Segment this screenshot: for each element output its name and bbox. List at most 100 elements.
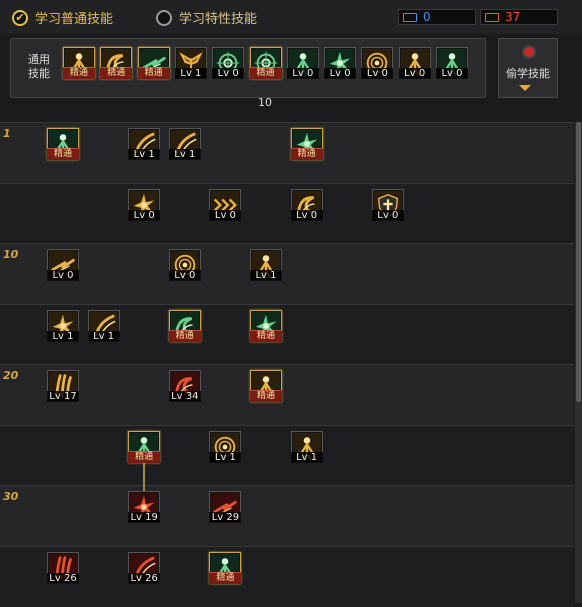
tree-skill-icon[interactable]: 精通 <box>250 370 282 402</box>
level-badge: Lv 1 <box>47 330 79 342</box>
tree-skill-icon[interactable]: Lv 17 <box>47 370 79 402</box>
mastery-badge: 精通 <box>249 67 282 79</box>
steal-skill-button[interactable]: 偷学技能 <box>498 38 558 98</box>
sp-icon <box>403 12 417 22</box>
common-note: 10 <box>258 96 272 109</box>
common-skills-label: 通用技能 <box>28 53 50 80</box>
common-skill-icon[interactable]: Lv 0 <box>212 47 245 79</box>
tree-skill-icon[interactable]: Lv 19 <box>128 491 161 523</box>
skill-row <box>0 303 574 365</box>
tree-skill-icon[interactable]: Lv 0 <box>168 249 201 281</box>
level-badge: Lv 0 <box>212 68 245 79</box>
mastery-badge: 精通 <box>168 329 201 342</box>
common-skill-icon[interactable]: 精通 <box>137 47 170 79</box>
level-badge: Lv 0 <box>47 270 79 281</box>
steal-gem-icon <box>522 45 536 59</box>
tree-skill-icon[interactable]: Lv 0 <box>209 188 242 221</box>
skill-row <box>0 545 574 607</box>
tree-skill-icon[interactable]: Lv 1 <box>290 430 323 463</box>
skill-row <box>0 424 574 486</box>
scrollbar-thumb[interactable] <box>576 122 581 402</box>
sp-value: 0 <box>423 10 431 24</box>
skill-connector <box>143 462 146 491</box>
tree-skill-icon[interactable]: 精通 <box>250 309 282 342</box>
common-skill-icon[interactable]: 精通 <box>100 47 133 79</box>
level-row-label: 1 <box>3 127 11 140</box>
level-badge: Lv 19 <box>128 512 161 523</box>
skill-row: 10 <box>0 243 574 304</box>
tree-skill-icon[interactable]: Lv 1 <box>128 128 161 160</box>
tree-skill-icon[interactable]: 精通 <box>47 128 79 160</box>
common-skill-icon[interactable]: Lv 0 <box>324 47 357 79</box>
radio-empty-icon <box>156 9 172 26</box>
level-badge: Lv 17 <box>47 391 79 402</box>
tree-skill-icon[interactable]: Lv 0 <box>371 188 404 221</box>
tp-icon <box>485 12 499 22</box>
level-badge: Lv 0 <box>128 209 161 221</box>
level-badge: Lv 1 <box>87 330 120 342</box>
level-badge: Lv 0 <box>290 209 323 221</box>
tree-skill-icon[interactable]: Lv 34 <box>168 370 201 402</box>
tree-skill-icon[interactable]: Lv 26 <box>128 551 161 584</box>
common-skill-icon[interactable]: 精通 <box>63 47 95 79</box>
tree-skill-icon[interactable]: 精通 <box>290 128 323 160</box>
level-row-label: 20 <box>3 369 19 382</box>
common-skill-icon[interactable]: Lv 0 <box>361 47 394 79</box>
common-skills-panel: 通用技能 精通 精通 精通 Lv 1 Lv 0 精通 Lv 0 Lv 0 Lv 0 Lv 0 Lv … <box>10 38 486 98</box>
checkmark-icon: ✔ <box>12 9 28 26</box>
learn-normal-label: 学习普通技能 <box>35 12 114 27</box>
tree-skill-icon[interactable]: Lv 1 <box>47 309 79 342</box>
tree-skill-icon[interactable]: Lv 0 <box>128 188 161 221</box>
common-skill-icon[interactable]: 精通 <box>249 47 282 79</box>
tree-skill-icon[interactable]: 精通 <box>209 551 242 584</box>
mastery-badge: 精通 <box>250 329 282 342</box>
learn-trait-label: 学习特性技能 <box>179 12 258 27</box>
level-badge: Lv 1 <box>209 451 242 463</box>
skill-row: 1 <box>0 122 574 183</box>
tree-skill-icon[interactable]: Lv 0 <box>47 249 79 281</box>
common-skill-icon[interactable]: Lv 0 <box>436 47 468 79</box>
tp-value: 37 <box>505 10 521 24</box>
mastery-badge: 精通 <box>100 67 133 79</box>
level-badge: Lv 1 <box>174 68 207 79</box>
tree-skill-icon[interactable]: 精通 <box>128 430 161 463</box>
level-badge: Lv 1 <box>128 149 161 160</box>
level-badge: Lv 1 <box>290 451 323 463</box>
tp-counter: 37 <box>480 9 558 25</box>
mastery-badge: 精通 <box>137 67 170 79</box>
steal-skill-label: 偷学技能 <box>506 67 550 80</box>
skill-row: 20 <box>0 364 574 425</box>
tree-skill-icon[interactable]: Lv 1 <box>250 249 282 281</box>
mastery-badge: 精通 <box>290 148 323 160</box>
common-skill-icon[interactable]: Lv 0 <box>398 47 431 79</box>
mastery-badge: 精通 <box>47 148 79 160</box>
sp-counter: 0 <box>398 9 476 25</box>
mastery-badge: 精通 <box>128 450 161 463</box>
tree-skill-icon[interactable]: Lv 1 <box>168 128 201 160</box>
level-badge: Lv 34 <box>168 391 201 402</box>
learn-normal-radio[interactable]: ✔ 学习普通技能 <box>12 8 113 27</box>
common-skill-icon[interactable]: Lv 1 <box>174 47 207 79</box>
scrollbar[interactable] <box>575 122 582 603</box>
tree-skill-icon[interactable]: Lv 1 <box>87 309 120 342</box>
level-badge: Lv 0 <box>361 68 394 79</box>
level-badge: Lv 0 <box>168 270 201 281</box>
tree-skill-icon[interactable]: Lv 29 <box>209 491 242 523</box>
level-badge: Lv 1 <box>250 270 282 281</box>
level-badge: Lv 0 <box>286 68 319 79</box>
learn-trait-radio[interactable]: 学习特性技能 <box>156 8 257 27</box>
level-row-label: 10 <box>3 248 19 261</box>
level-badge: Lv 26 <box>128 572 161 584</box>
mastery-badge: 精通 <box>209 571 242 584</box>
tree-skill-icon[interactable]: 精通 <box>168 309 201 342</box>
level-badge: Lv 0 <box>398 68 431 79</box>
level-badge: Lv 1 <box>168 149 201 160</box>
dropdown-arrow-icon <box>519 85 531 91</box>
common-skill-icon[interactable]: Lv 0 <box>286 47 319 79</box>
tree-skill-icon[interactable]: Lv 1 <box>209 430 242 463</box>
level-badge: Lv 0 <box>324 68 357 79</box>
skill-row <box>0 182 574 244</box>
tree-skill-icon[interactable]: Lv 26 <box>47 551 79 584</box>
mastery-badge: 精通 <box>63 67 95 79</box>
tree-skill-icon[interactable]: Lv 0 <box>290 188 323 221</box>
